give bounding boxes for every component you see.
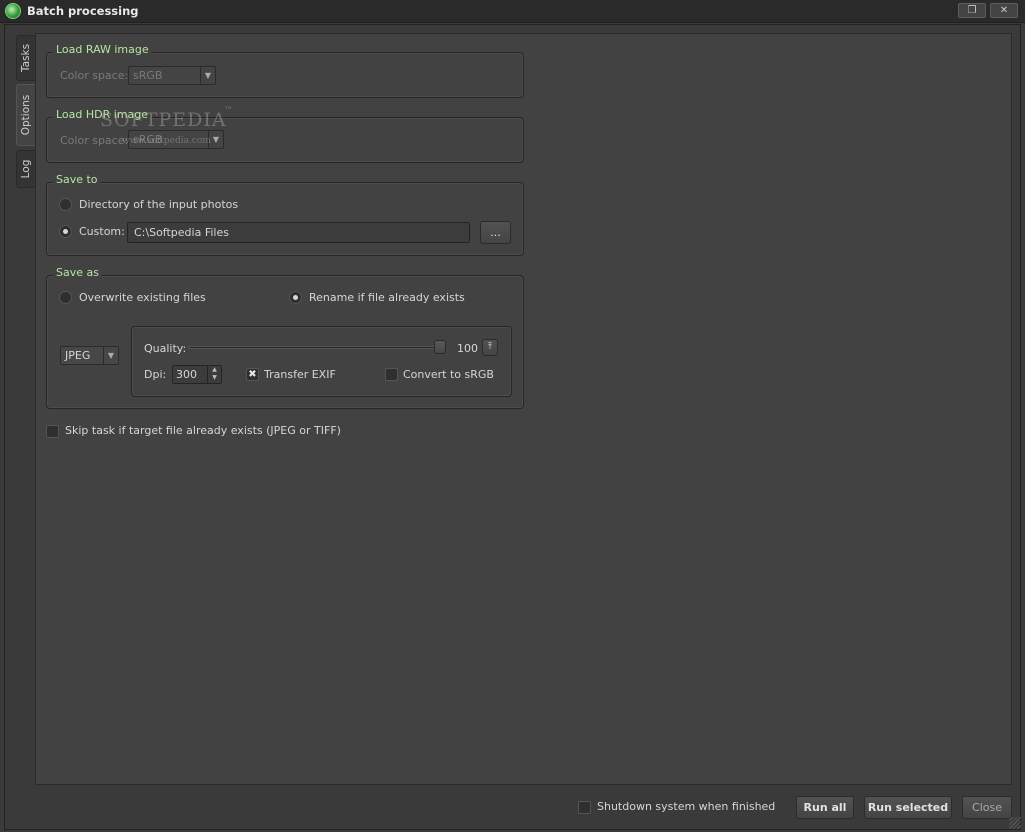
quality-slider[interactable] bbox=[188, 346, 446, 349]
window-title: Batch processing bbox=[27, 4, 139, 18]
run-selected-button[interactable]: Run selected bbox=[864, 796, 952, 819]
radio-overwrite[interactable] bbox=[59, 291, 72, 304]
softpedia-watermark: SOFTPEDIA bbox=[100, 109, 227, 131]
dpi-label: Dpi: bbox=[144, 368, 167, 381]
convert-srgb-checkbox[interactable] bbox=[385, 368, 398, 381]
dpi-value: 300 bbox=[176, 368, 197, 381]
dpi-spinbox[interactable]: 300 ▲ ▼ bbox=[172, 365, 222, 384]
format-select[interactable]: JPEG ▼ bbox=[60, 346, 119, 365]
load-raw-group: Load RAW image Color space: sRGB ▼ bbox=[46, 43, 524, 98]
arrow-up-to-bar-icon: ⤒ bbox=[488, 342, 492, 352]
quality-reset-button[interactable]: ⤒ bbox=[482, 339, 498, 356]
quality-value: 100 bbox=[457, 342, 478, 355]
transfer-exif-checkbox[interactable]: ✖ bbox=[246, 368, 259, 381]
radio-custom-label: Custom: bbox=[79, 225, 125, 238]
raw-color-space-value: sRGB bbox=[133, 69, 163, 82]
title-bar: Batch processing ❐ ✕ bbox=[0, 0, 1025, 23]
transfer-exif-label: Transfer EXIF bbox=[264, 368, 336, 381]
chevron-down-icon: ▼ bbox=[103, 347, 118, 364]
options-panel: Load RAW image Color space: sRGB ▼ Load … bbox=[35, 33, 1012, 785]
quality-slider-handle[interactable] bbox=[434, 340, 446, 354]
app-icon bbox=[5, 3, 21, 19]
close-window-button[interactable]: ✕ bbox=[990, 3, 1018, 18]
convert-srgb-label: Convert to sRGB bbox=[403, 368, 494, 381]
custom-path-input[interactable]: C:\Softpedia Files bbox=[127, 222, 470, 243]
quality-label: Quality: bbox=[144, 342, 187, 355]
tab-log-label: Log bbox=[20, 159, 32, 179]
save-as-group: Save as Overwrite existing files Rename … bbox=[46, 266, 524, 409]
save-to-title: Save to bbox=[53, 173, 101, 186]
restore-button[interactable]: ❐ bbox=[958, 3, 986, 18]
shutdown-label: Shutdown system when finished bbox=[597, 800, 776, 813]
raw-color-space-select[interactable]: sRGB ▼ bbox=[128, 66, 216, 85]
tab-log[interactable]: Log bbox=[16, 150, 35, 188]
save-to-group: Save to Directory of the input photos Cu… bbox=[46, 173, 524, 256]
tab-options-label: Options bbox=[20, 94, 32, 136]
watermark-tm: ™ bbox=[224, 106, 233, 116]
hdr-color-space-label: Color space: bbox=[60, 134, 129, 147]
save-as-title: Save as bbox=[53, 266, 102, 279]
run-all-button[interactable]: Run all bbox=[796, 796, 854, 819]
watermark-url: www.softpedia.com bbox=[122, 136, 211, 146]
tab-tasks-label: Tasks bbox=[20, 43, 32, 73]
skip-task-label: Skip task if target file already exists … bbox=[65, 424, 341, 437]
chevron-down-icon: ▼ bbox=[200, 67, 215, 84]
shutdown-checkbox[interactable] bbox=[578, 801, 591, 814]
radio-directory-input[interactable] bbox=[59, 198, 72, 211]
skip-task-checkbox[interactable] bbox=[46, 425, 59, 438]
radio-directory-label: Directory of the input photos bbox=[79, 198, 239, 211]
browse-button[interactable]: ... bbox=[480, 221, 511, 244]
format-value: JPEG bbox=[65, 349, 91, 362]
radio-rename-label: Rename if file already exists bbox=[309, 291, 465, 304]
tab-options[interactable]: Options bbox=[16, 84, 35, 146]
close-button[interactable]: Close bbox=[962, 796, 1012, 819]
raw-color-space-label: Color space: bbox=[60, 69, 129, 82]
load-raw-title: Load RAW image bbox=[53, 43, 152, 56]
spin-arrows-icon[interactable]: ▲ ▼ bbox=[207, 366, 221, 383]
tab-tasks[interactable]: Tasks bbox=[16, 35, 35, 81]
jpeg-options-box: Quality: 100 ⤒ Dpi: 300 ▲ ▼ ✖ Transfer EX… bbox=[131, 326, 512, 397]
resize-grip[interactable] bbox=[1009, 817, 1021, 829]
radio-overwrite-label: Overwrite existing files bbox=[79, 291, 206, 304]
radio-rename[interactable] bbox=[289, 291, 302, 304]
radio-custom[interactable] bbox=[59, 225, 72, 238]
